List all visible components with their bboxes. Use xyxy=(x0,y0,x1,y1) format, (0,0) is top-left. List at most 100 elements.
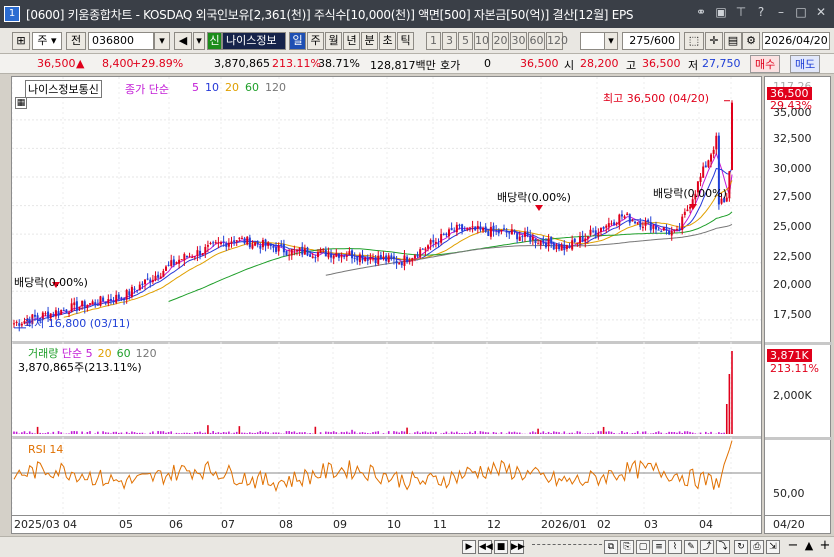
candle-body xyxy=(568,246,571,248)
zoom-icon[interactable]: ⧉ xyxy=(604,540,618,554)
stock-name-field[interactable]: 나이스정보 xyxy=(222,32,286,50)
candle-body xyxy=(138,284,141,291)
close-icon[interactable]: ✕ xyxy=(814,5,828,19)
interval-button-4[interactable]: 20 xyxy=(492,32,509,50)
scroll-right-icon[interactable]: ▶ xyxy=(462,540,476,554)
period-tab-6[interactable]: 틱 xyxy=(397,32,414,50)
draw-icon[interactable]: ✎ xyxy=(684,540,698,554)
volume-bar xyxy=(487,432,490,434)
speaker-dropdown-icon[interactable]: ▾ xyxy=(193,32,205,50)
period-tab-4[interactable]: 분 xyxy=(361,32,378,50)
period-select[interactable]: 주 ▾ xyxy=(32,32,62,50)
volume-bar xyxy=(212,431,214,434)
window-icon[interactable]: ▣ xyxy=(714,5,728,19)
sell-button[interactable]: 매도 xyxy=(790,55,821,73)
interval-button-3[interactable]: 10 xyxy=(474,32,489,50)
maximize-icon[interactable]: □ xyxy=(794,5,808,19)
volume-bar xyxy=(689,431,691,434)
candle-body xyxy=(479,226,482,230)
stop-icon[interactable]: ■ xyxy=(494,540,508,554)
refresh-icon[interactable]: ↻ xyxy=(734,540,748,554)
new-listing-badge: 신 xyxy=(207,32,222,50)
save-icon[interactable]: ▤ xyxy=(724,32,742,50)
zoom-out-icon[interactable]: − xyxy=(786,539,800,554)
candle-body xyxy=(117,294,120,299)
interval-button-7[interactable]: 120 xyxy=(546,32,568,50)
high-label: 고 xyxy=(626,59,637,72)
chart-mode-icon[interactable]: ⌇ xyxy=(668,540,682,554)
candle-body xyxy=(356,256,359,261)
candle-body xyxy=(628,214,631,223)
crosshair-icon[interactable]: ✛ xyxy=(705,32,723,50)
rewind-icon[interactable]: ◀◀ xyxy=(478,540,493,554)
volume-bar xyxy=(13,431,15,434)
candle-body xyxy=(458,224,461,226)
volume-bar xyxy=(547,431,550,434)
volume-bar xyxy=(482,431,484,434)
volume-bar xyxy=(256,432,259,434)
ma-line-20 xyxy=(63,180,733,318)
chart-tool-icon[interactable]: ⬚ xyxy=(684,32,704,50)
speaker-icon[interactable]: ◀ xyxy=(174,32,192,50)
forward-icon[interactable]: ▶▶ xyxy=(510,540,525,554)
candle-body xyxy=(259,245,262,249)
pin-icon[interactable]: ⊤ xyxy=(734,5,748,19)
period-tab-5[interactable]: 초 xyxy=(379,32,396,50)
help-icon[interactable]: ? xyxy=(754,5,768,19)
volume-bar xyxy=(309,433,311,434)
scale-icon[interactable]: ⤵ xyxy=(716,540,730,554)
interval-button-6[interactable]: 60 xyxy=(528,32,545,50)
low-note: 최저 16,800 (03/11) xyxy=(24,317,131,330)
copy-icon[interactable]: ⎘ xyxy=(620,540,634,554)
period-tab-2[interactable]: 월 xyxy=(325,32,342,50)
interval-button-0[interactable]: 1 xyxy=(426,32,441,50)
print-icon[interactable]: ⎙ xyxy=(750,540,764,554)
grid-icon[interactable]: ▦ xyxy=(15,97,27,109)
candle-body xyxy=(505,231,508,233)
window-icon[interactable]: ▢ xyxy=(636,540,650,554)
minimize-icon[interactable]: – xyxy=(774,5,788,19)
period-tab-0[interactable]: 일 xyxy=(289,32,306,50)
ma-period-5: 5 xyxy=(192,81,199,94)
date-input[interactable]: 2026/04/20 xyxy=(762,32,830,50)
chart-area[interactable]: 나이스정보통신 종가 단순 5 10 20 60 120 ▦ 최고 36,500 (04… xyxy=(11,76,762,516)
candle-body xyxy=(128,291,131,296)
candle-body xyxy=(673,229,676,231)
candle-body xyxy=(647,219,650,222)
expand-icon[interactable]: ⇲ xyxy=(766,540,780,554)
scroll-bar[interactable]: ▶ ◀◀ ■ ▶▶ ⧉ ⎘ ▢ ≡ ⌇ ✎ ⤴ ⤵ ↻ ⎙ ⇲ − ▲ + xyxy=(0,536,834,557)
dividend-note-3: 배당락(0.00%) xyxy=(653,187,727,200)
scroll-track[interactable] xyxy=(532,544,602,550)
code-dropdown-icon[interactable]: ▾ xyxy=(154,32,170,50)
period-tab-1[interactable]: 주 xyxy=(307,32,324,50)
count-field[interactable]: 275/600 xyxy=(622,32,680,50)
candle-body xyxy=(497,229,500,234)
list-icon[interactable]: ≡ xyxy=(652,540,666,554)
settings-gear-icon[interactable]: ⚙ xyxy=(742,32,760,50)
layout-icon[interactable]: ⊞ xyxy=(12,32,30,50)
zoom-in-icon[interactable]: + xyxy=(818,539,832,554)
volume-bar xyxy=(442,432,445,434)
buy-button[interactable]: 매수 xyxy=(750,55,781,73)
chart-canvas[interactable] xyxy=(12,77,761,515)
volume-bar xyxy=(432,432,435,434)
prev-button[interactable]: 전 xyxy=(66,32,86,50)
scroll-up-icon[interactable]: ▲ xyxy=(802,540,816,554)
interval-button-1[interactable]: 3 xyxy=(442,32,457,50)
candle-body xyxy=(306,247,309,256)
interval-button-2[interactable]: 5 xyxy=(458,32,473,50)
volume-bar xyxy=(516,432,518,434)
candle-body xyxy=(70,303,73,312)
interval-dropdown-icon[interactable]: ▾ xyxy=(604,32,618,50)
volume-bar xyxy=(553,431,555,434)
candle-body xyxy=(340,254,343,258)
link-icon[interactable]: ⚭ xyxy=(694,5,708,19)
trend-icon[interactable]: ⤴ xyxy=(700,540,714,554)
volume-bar xyxy=(112,431,115,434)
candle-body xyxy=(453,230,456,232)
candle-body xyxy=(675,229,678,231)
period-tab-3[interactable]: 년 xyxy=(343,32,360,50)
volume-bar xyxy=(374,431,377,434)
interval-button-5[interactable]: 30 xyxy=(510,32,527,50)
stock-code-input[interactable]: 036800 xyxy=(88,32,154,50)
